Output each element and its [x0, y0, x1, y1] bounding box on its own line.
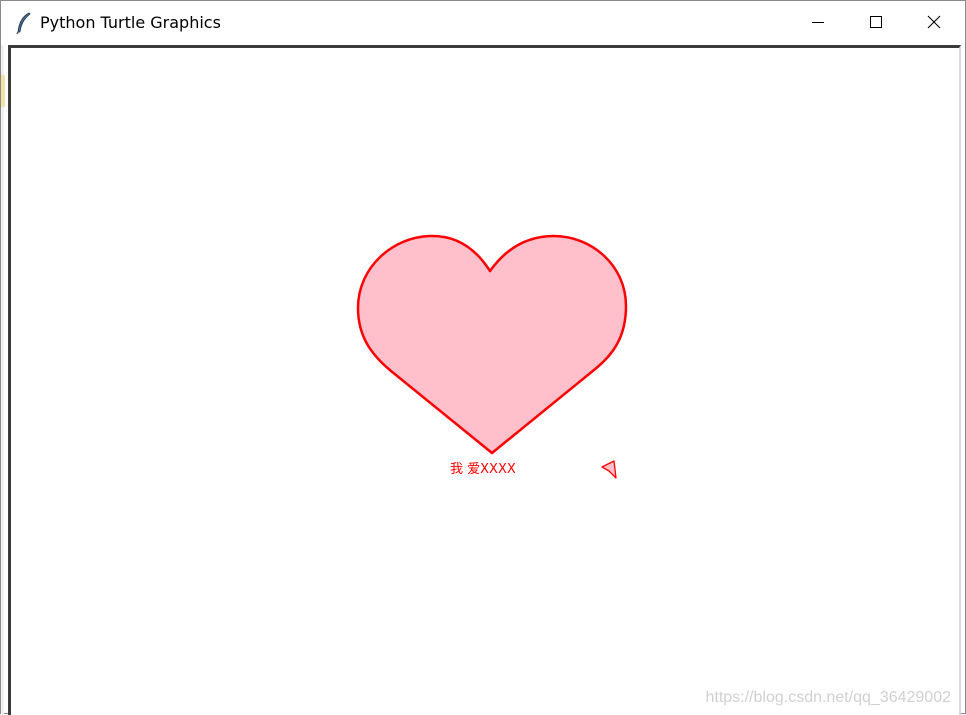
turtle-arrow-icon — [601, 460, 617, 479]
turtle-canvas-frame: 我 爱XXXX https://blog.csdn.net/qq_3642900… — [8, 45, 961, 715]
title-bar[interactable]: Python Turtle Graphics — [1, 1, 965, 43]
turtle-window: Python Turtle Graphics 我 爱XXXX https://b… — [0, 0, 966, 715]
minimize-icon — [812, 22, 824, 23]
maximize-icon — [870, 16, 882, 28]
feather-icon — [16, 12, 31, 34]
close-button[interactable] — [905, 1, 963, 43]
window-title: Python Turtle Graphics — [40, 13, 221, 32]
maximize-button[interactable] — [847, 1, 905, 43]
window-left-edge — [1, 45, 4, 715]
turtle-canvas[interactable]: 我 爱XXXX — [11, 48, 959, 715]
background-window-edge — [1, 75, 5, 107]
watermark: https://blog.csdn.net/qq_36429002 — [705, 689, 951, 706]
heart-caption: 我 爱XXXX — [450, 462, 516, 477]
heart-shape — [356, 234, 628, 455]
minimize-button[interactable] — [789, 1, 847, 43]
close-icon — [927, 15, 941, 29]
